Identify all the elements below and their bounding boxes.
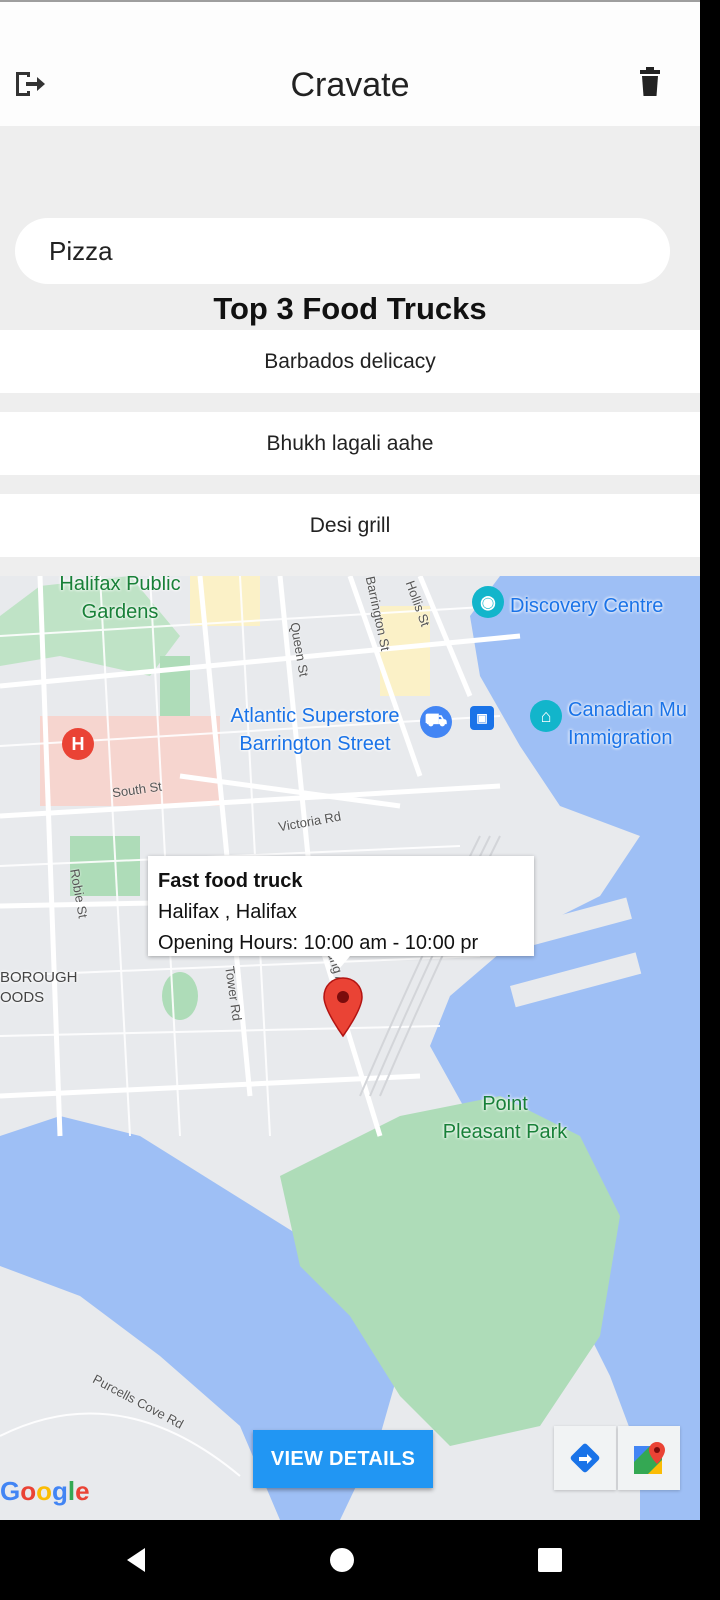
info-window-tail <box>330 956 350 968</box>
screen-edge <box>700 0 720 1520</box>
google-maps-icon[interactable] <box>618 1426 680 1490</box>
label-point-pleasant-park: Point Pleasant Park <box>442 1093 568 1143</box>
back-icon[interactable] <box>118 1542 154 1578</box>
label-neighbourhood: BOROUGH OODS <box>0 969 78 1006</box>
label-atlantic-superstore: Atlantic Superstore Barrington Street <box>230 705 400 755</box>
truck-list-item[interactable]: Desi grill <box>0 494 700 557</box>
info-truck-name: Fast food truck <box>158 870 303 892</box>
app-screen: Cravate Top 3 Food Trucks Barbados delic… <box>0 0 700 1520</box>
view-details-button[interactable]: VIEW DETAILS <box>253 1430 433 1488</box>
recents-icon[interactable] <box>532 1542 568 1578</box>
top-trucks-heading: Top 3 Food Trucks <box>213 291 487 326</box>
home-icon[interactable] <box>324 1542 360 1578</box>
info-truck-address: Halifax , Halifax <box>158 901 297 923</box>
map-view[interactable]: Halifax Public Gardens Discovery Centre … <box>0 576 700 1520</box>
app-bar: Cravate <box>0 0 700 126</box>
museum-poi-icon[interactable]: ⌂ <box>530 700 562 732</box>
google-logo: Google <box>0 1476 90 1506</box>
search-field[interactable] <box>15 218 670 284</box>
truck-list-item[interactable]: Bhukh lagali aahe <box>0 412 700 475</box>
label-discovery-centre: Discovery Centre <box>510 595 664 617</box>
museum-poi-icon[interactable]: ◉ <box>472 586 504 618</box>
system-nav-bar <box>0 1520 720 1600</box>
marker-info-window: Fast food truck Halifax , Halifax Openin… <box>148 856 534 956</box>
trash-icon[interactable] <box>632 64 672 104</box>
hospital-icon[interactable]: H <box>62 728 94 760</box>
truck-list-item[interactable]: Barbados delicacy <box>0 330 700 393</box>
transit-icon[interactable]: ▣ <box>470 706 494 730</box>
map-pin-icon[interactable] <box>322 976 364 1038</box>
search-input[interactable] <box>15 218 670 284</box>
directions-icon[interactable] <box>554 1426 616 1490</box>
info-truck-hours: Opening Hours: 10:00 am - 10:00 pr <box>158 932 479 954</box>
label-halifax-public-gardens: Halifax Public Gardens <box>59 576 181 623</box>
shopping-cart-icon[interactable]: ⛟ <box>420 706 452 738</box>
app-title: Cravate <box>290 66 410 104</box>
label-canadian-museum: Canadian Mu Immigration <box>568 699 687 749</box>
